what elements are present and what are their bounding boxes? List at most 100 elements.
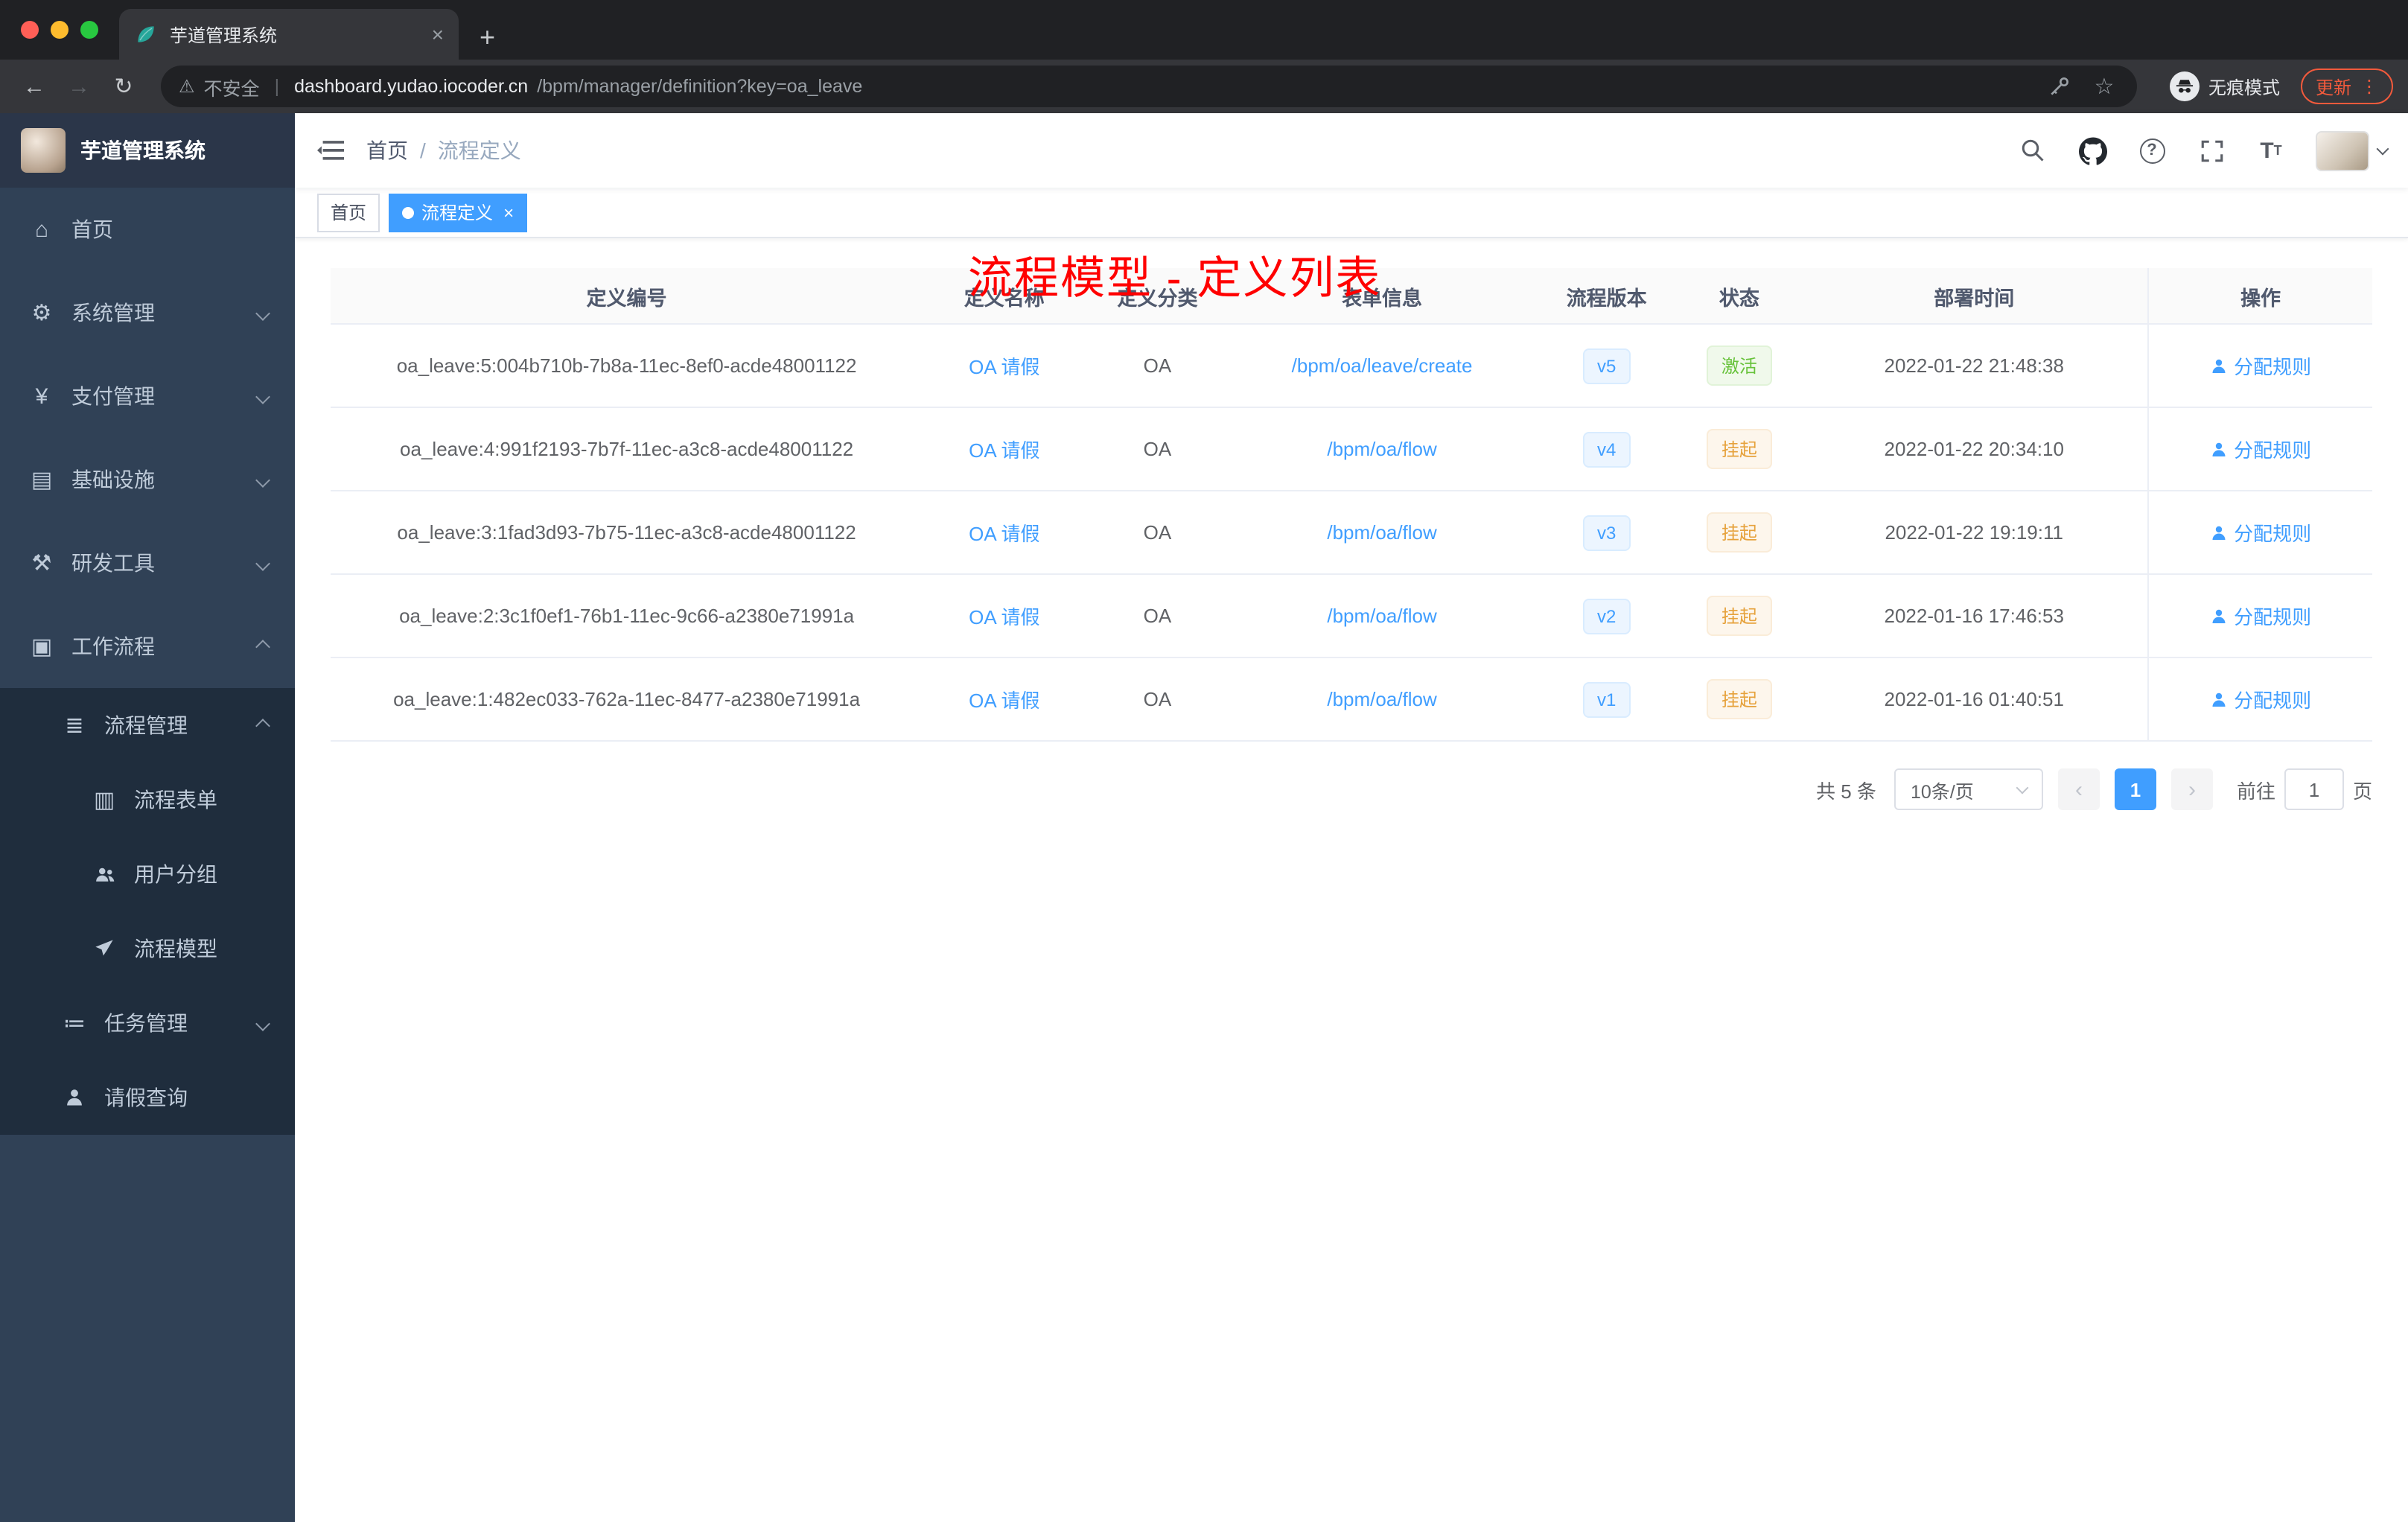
active-dot <box>402 206 415 218</box>
chevron-up-icon <box>255 639 270 654</box>
table-row: oa_leave:1:482ec033-762a-11ec-8477-a2380… <box>331 658 2372 742</box>
definition-name-link[interactable]: OA 请假 <box>969 356 1039 378</box>
goto-label: 前往 <box>2236 780 2275 802</box>
yen-icon: ¥ <box>35 383 48 409</box>
assign-rule-button[interactable]: 分配规则 <box>2210 435 2311 463</box>
security-label[interactable]: 不安全 <box>204 72 260 101</box>
cell-category: OA <box>1143 521 1172 544</box>
next-page-button[interactable]: › <box>2170 768 2213 810</box>
assign-rule-button[interactable]: 分配规则 <box>2210 518 2311 547</box>
sidebar-logo[interactable]: 芋道管理系统 <box>0 113 295 188</box>
new-tab-button[interactable]: + <box>480 24 495 51</box>
browser-tab[interactable]: 芋道管理系统 × <box>119 9 459 60</box>
version-badge: v3 <box>1582 515 1631 550</box>
fullscreen-icon[interactable] <box>2197 136 2226 165</box>
hamburger-icon[interactable] <box>295 137 366 164</box>
tag-home[interactable]: 首页 <box>317 193 380 232</box>
col-header-name: 定义名称 <box>963 287 1045 309</box>
definition-name-link[interactable]: OA 请假 <box>969 523 1039 545</box>
form-link[interactable]: /bpm/oa/leave/create <box>1292 354 1473 377</box>
window-minimize-button[interactable] <box>51 21 69 39</box>
sidebar-item-dev-tools[interactable]: ⚒ 研发工具 <box>0 521 295 605</box>
version-badge: v5 <box>1582 348 1631 383</box>
forward-icon[interactable]: → <box>60 74 98 99</box>
table-row: oa_leave:4:991f2193-7b7f-11ec-a3c8-acde4… <box>331 408 2372 491</box>
sidebar-item-process-mgmt[interactable]: ≣ 流程管理 <box>0 688 295 762</box>
sidebar-menu: ⌂ 首页 ⚙ 系统管理 ¥ 支付管理 ▤ 基础设施 ⚒ 研发工具 ▣ 工作流程 … <box>0 188 295 1135</box>
form-link[interactable]: /bpm/oa/flow <box>1327 688 1436 710</box>
status-badge: 挂起 <box>1706 512 1772 553</box>
chevron-down-icon <box>255 305 270 320</box>
back-icon[interactable]: ← <box>15 74 54 99</box>
sidebar-item-user-group[interactable]: 用户分组 <box>0 837 295 911</box>
logo-avatar <box>21 128 66 173</box>
form-link[interactable]: /bpm/oa/flow <box>1327 605 1436 627</box>
goto-unit: 页 <box>2352 780 2372 802</box>
version-badge: v1 <box>1582 681 1631 717</box>
search-icon[interactable] <box>2018 136 2048 165</box>
reload-icon[interactable]: ↻ <box>104 73 143 100</box>
sidebar-item-task-mgmt[interactable]: ≔ 任务管理 <box>0 986 295 1060</box>
monitor-icon: ▤ <box>31 468 53 493</box>
help-icon[interactable]: ? <box>2137 136 2167 165</box>
sidebar-item-home[interactable]: ⌂ 首页 <box>0 188 295 271</box>
window-close-button[interactable] <box>21 21 39 39</box>
tools-icon: ⚒ <box>31 551 52 576</box>
github-icon[interactable] <box>2077 136 2107 165</box>
main-pane: 首页 / 流程定义 ? T T 首页 流程定义 × 定义编号 定义名称 定义分类… <box>295 113 2408 1522</box>
table-row: oa_leave:2:3c1f0ef1-76b1-11ec-9c66-a2380… <box>331 575 2372 658</box>
cell-deploy-time: 2022-01-22 21:48:38 <box>1884 354 2064 377</box>
avatar <box>2316 130 2369 171</box>
window-zoom-button[interactable] <box>80 21 98 39</box>
assign-rule-button[interactable]: 分配规则 <box>2210 685 2311 713</box>
paper-plane-icon <box>89 938 119 959</box>
definition-name-link[interactable]: OA 请假 <box>969 690 1039 712</box>
version-badge: v4 <box>1582 431 1631 467</box>
bookmark-star-icon[interactable]: ☆ <box>2089 71 2119 101</box>
user-avatar-menu[interactable] <box>2316 130 2389 171</box>
address-bar[interactable]: ⚠ 不安全 | dashboard.yudao.iocoder.cn /bpm/… <box>161 66 2137 107</box>
window-controls <box>21 21 98 39</box>
definition-name-link[interactable]: OA 请假 <box>969 606 1039 628</box>
incognito-badge: 无痕模式 <box>2169 71 2280 101</box>
col-header-category: 定义分类 <box>1117 287 1198 309</box>
sidebar-item-system-mgmt[interactable]: ⚙ 系统管理 <box>0 271 295 354</box>
assign-rule-button[interactable]: 分配规则 <box>2210 602 2311 630</box>
page-number-button[interactable]: 1 <box>2114 768 2156 810</box>
sidebar-item-infrastructure[interactable]: ▤ 基础设施 <box>0 438 295 521</box>
dashboard-icon: ⌂ <box>34 217 49 242</box>
sidebar-item-process-model[interactable]: 流程模型 <box>0 911 295 986</box>
definition-name-link[interactable]: OA 请假 <box>969 439 1039 462</box>
page-content: 定义编号 定义名称 定义分类 表单信息 流程版本 状态 部署时间 操作 oa_l… <box>295 238 2408 1522</box>
browser-update-button[interactable]: 更新 ⋮ <box>2300 69 2393 104</box>
browser-tabstrip: 芋道管理系统 × + <box>0 0 2408 60</box>
site-favicon-icon <box>134 22 158 46</box>
menu-kebab-icon[interactable]: ⋮ <box>2360 76 2378 97</box>
sidebar-item-workflow[interactable]: ▣ 工作流程 <box>0 605 295 688</box>
app-title: 芋道管理系统 <box>80 138 206 162</box>
person-icon <box>2212 692 2226 706</box>
tab-close-icon[interactable]: × <box>432 22 444 46</box>
breadcrumb-home[interactable]: 首页 <box>366 136 408 165</box>
person-icon <box>60 1087 89 1108</box>
page-goto-input[interactable] <box>2284 768 2344 810</box>
navbar-actions: ? TT <box>2018 130 2389 171</box>
form-icon: ▥ <box>93 788 115 813</box>
prev-page-button[interactable]: ‹ <box>2057 768 2100 810</box>
sidebar-item-process-form[interactable]: ▥ 流程表单 <box>0 762 295 837</box>
font-size-icon[interactable]: TT <box>2256 136 2286 165</box>
form-link[interactable]: /bpm/oa/flow <box>1327 521 1436 544</box>
sidebar-item-payment-mgmt[interactable]: ¥ 支付管理 <box>0 354 295 438</box>
chevron-down-icon <box>255 1016 270 1031</box>
tag-close-icon[interactable]: × <box>503 202 514 223</box>
assign-rule-button[interactable]: 分配规则 <box>2210 351 2311 380</box>
page-size-select[interactable]: 10条/页 <box>1893 768 2043 810</box>
tag-process-definition[interactable]: 流程定义 × <box>389 193 528 232</box>
tags-view-bar: 首页 流程定义 × <box>295 188 2408 238</box>
sidebar-item-leave-query[interactable]: 请假查询 <box>0 1060 295 1135</box>
form-link[interactable]: /bpm/oa/flow <box>1327 438 1436 460</box>
password-key-icon[interactable] <box>2045 71 2074 101</box>
tasks-icon: ≔ <box>63 1011 86 1037</box>
status-badge: 挂起 <box>1706 596 1772 636</box>
url-path: /bpm/manager/definition?key=oa_leave <box>537 76 863 97</box>
